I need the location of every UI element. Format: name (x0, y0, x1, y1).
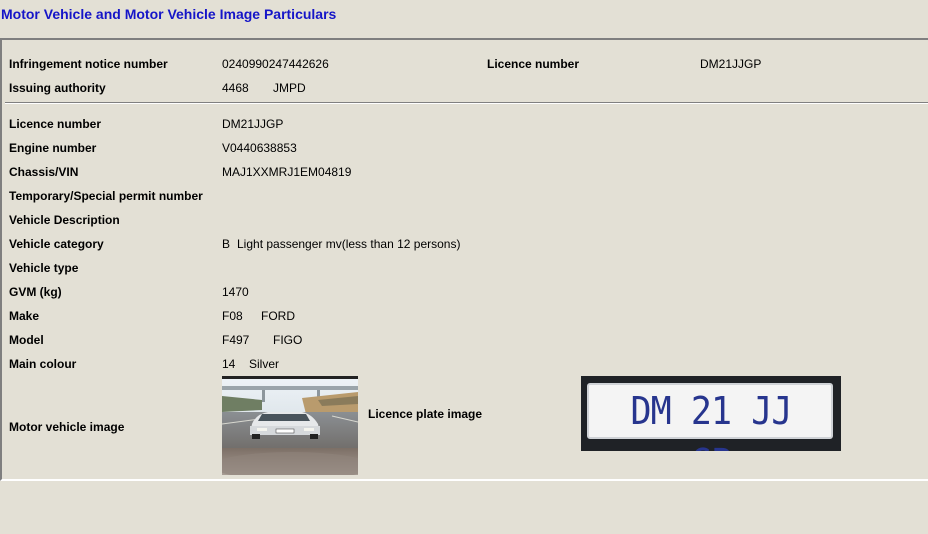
page-title: Motor Vehicle and Motor Vehicle Image Pa… (1, 6, 337, 22)
licence-number-label: Licence number (9, 117, 102, 131)
issuing-authority-code: 4468 (222, 81, 249, 95)
vehicle-type-label: Vehicle type (9, 261, 79, 275)
model-code: F497 (222, 333, 250, 347)
vehicle-category-label: Vehicle category (9, 237, 104, 251)
make-name: FORD (261, 309, 295, 323)
vehicle-particulars-panel: Infringement notice number 0240990247442… (0, 38, 928, 481)
header-licence-number-value: DM21JJGP (700, 57, 762, 71)
licence-plate: DM 21 JJ GP (587, 383, 833, 451)
infringement-number-label: Infringement notice number (9, 57, 168, 71)
main-colour-label: Main colour (9, 357, 77, 371)
chassis-vin-label: Chassis/VIN (9, 165, 79, 179)
licence-plate-image-label: Licence plate image (368, 407, 483, 421)
chassis-vin-value: MAJ1XXMRJ1EM04819 (222, 165, 352, 179)
permit-number-label: Temporary/Special permit number (9, 189, 203, 203)
issuing-authority-name: JMPD (273, 81, 306, 95)
gvm-value: 1470 (222, 285, 249, 299)
make-label: Make (9, 309, 40, 323)
motor-vehicle-image[interactable] (222, 376, 358, 475)
model-label: Model (9, 333, 44, 347)
licence-plate-image[interactable]: DM 21 JJ GP (581, 376, 841, 451)
licence-plate-text: DM 21 JJ GP (630, 389, 792, 451)
engine-number-value: V0440638853 (222, 141, 297, 155)
vehicle-description-label: Vehicle Description (9, 213, 120, 227)
main-colour-name: Silver (249, 357, 280, 371)
motor-vehicle-image-label: Motor vehicle image (9, 420, 125, 434)
vehicle-category-name: Light passenger mv(less than 12 persons) (237, 237, 461, 251)
gvm-label: GVM (kg) (9, 285, 62, 299)
make-code: F08 (222, 309, 243, 323)
section-divider (5, 102, 928, 104)
header-licence-number-label: Licence number (487, 57, 580, 71)
infringement-number-value: 0240990247442626 (222, 57, 329, 71)
model-name: FIGO (273, 333, 303, 347)
main-colour-code: 14 (222, 357, 236, 371)
licence-number-value: DM21JJGP (222, 117, 284, 131)
issuing-authority-label: Issuing authority (9, 81, 106, 95)
engine-number-label: Engine number (9, 141, 97, 155)
vehicle-category-code: B (222, 237, 231, 251)
